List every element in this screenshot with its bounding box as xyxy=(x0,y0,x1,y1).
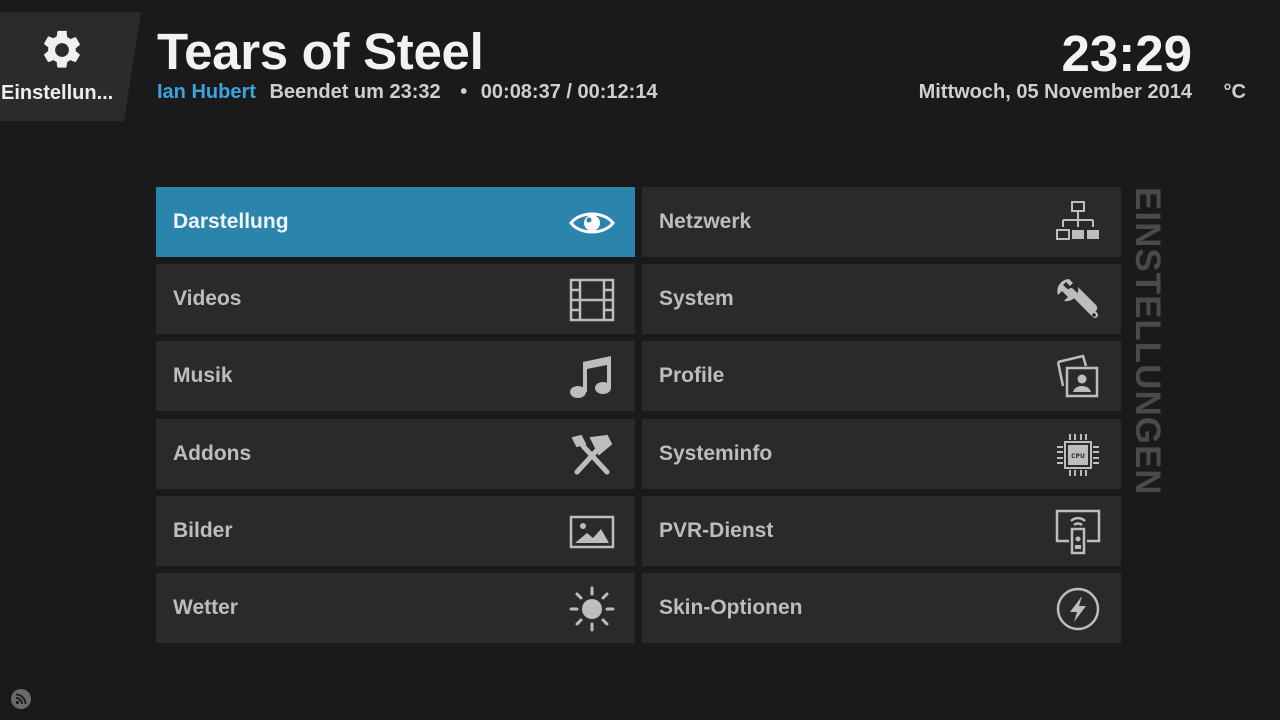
tile-videos[interactable]: Videos xyxy=(156,264,635,334)
rss-icon[interactable] xyxy=(10,688,32,710)
tile-addons[interactable]: Addons xyxy=(156,419,635,489)
music-note-icon xyxy=(570,356,611,398)
tile-label: Skin-Optionen xyxy=(659,596,803,619)
tile-netzwerk[interactable]: Netzwerk xyxy=(642,187,1121,257)
date-text: Mittwoch, 05 November 2014 xyxy=(918,81,1192,103)
tile-label: Wetter xyxy=(173,596,238,619)
settings-tab-label: Einstellun... xyxy=(1,82,114,104)
tile-darstellung[interactable]: Darstellung xyxy=(156,187,635,257)
tile-label: Musik xyxy=(173,364,233,387)
ends-at-text: Beendet um 23:32 xyxy=(269,81,441,103)
tile-label: Netzwerk xyxy=(659,210,752,233)
settings-button[interactable]: Einstellun... xyxy=(0,12,141,121)
picture-icon xyxy=(569,515,615,549)
svg-text:CPU: CPU xyxy=(1071,453,1085,460)
wrench-icon xyxy=(1057,279,1098,318)
tile-label: Profile xyxy=(659,364,725,387)
tile-profile[interactable]: Profile xyxy=(642,341,1121,411)
tile-system[interactable]: System xyxy=(642,264,1121,334)
info-separator: • xyxy=(460,81,468,103)
pvr-remote-icon xyxy=(1055,509,1101,555)
profile-photo-icon xyxy=(1056,354,1099,398)
tile-label: Bilder xyxy=(173,519,233,542)
temperature: °C xyxy=(1223,81,1246,103)
tile-skin-optionen[interactable]: Skin-Optionen xyxy=(642,573,1121,643)
clock: 23:29 xyxy=(1061,25,1192,82)
tile-label: Addons xyxy=(173,442,252,465)
lightning-circle-icon xyxy=(1056,587,1100,631)
tile-wetter[interactable]: Wetter xyxy=(156,573,635,643)
tile-musik[interactable]: Musik xyxy=(156,341,635,411)
gear-icon xyxy=(44,30,80,68)
tile-bilder[interactable]: Bilder xyxy=(156,496,635,566)
tools-icon xyxy=(571,434,613,475)
settings-screen: Einstellun... Tears of Steel Ian Hubert … xyxy=(0,0,1280,720)
director-name: Ian Hubert xyxy=(157,81,256,103)
eye-icon xyxy=(569,212,615,234)
tile-label: System xyxy=(659,287,734,310)
tile-label: Darstellung xyxy=(173,210,289,233)
playback-progress: 00:08:37 / 00:12:14 xyxy=(480,81,658,103)
tile-label: PVR-Dienst xyxy=(659,519,774,542)
tile-label: Systeminfo xyxy=(659,442,773,465)
network-icon xyxy=(1056,201,1099,240)
film-icon xyxy=(569,278,615,322)
media-title: Tears of Steel xyxy=(157,23,484,80)
sun-icon xyxy=(569,586,615,632)
cpu-icon: CPU xyxy=(1057,434,1099,476)
media-info-line: Ian Hubert Beendet um 23:32 • 00:08:37 /… xyxy=(157,81,658,104)
tile-systeminfo[interactable]: Systeminfo CPU xyxy=(642,419,1121,489)
tile-label: Videos xyxy=(173,287,242,310)
tile-pvr-dienst[interactable]: PVR-Dienst xyxy=(642,496,1121,566)
section-title: EINSTELLUNGEN xyxy=(1128,187,1167,496)
